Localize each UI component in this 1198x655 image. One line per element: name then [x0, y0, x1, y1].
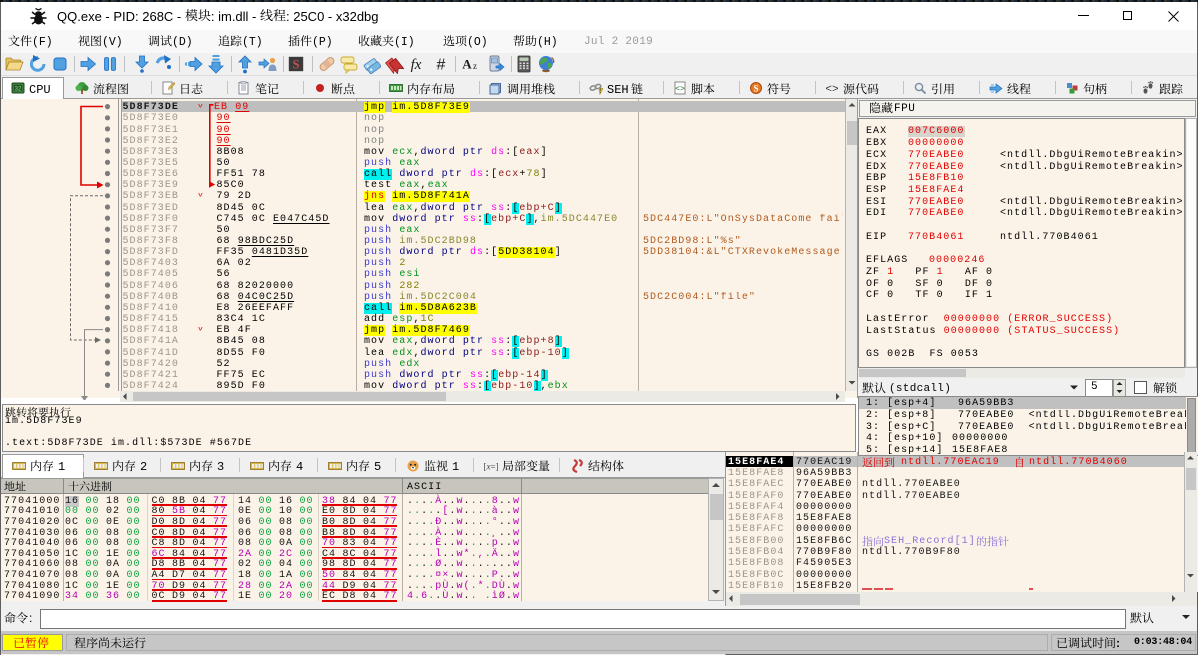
svg-text:[x=]: [x=]	[484, 462, 498, 472]
